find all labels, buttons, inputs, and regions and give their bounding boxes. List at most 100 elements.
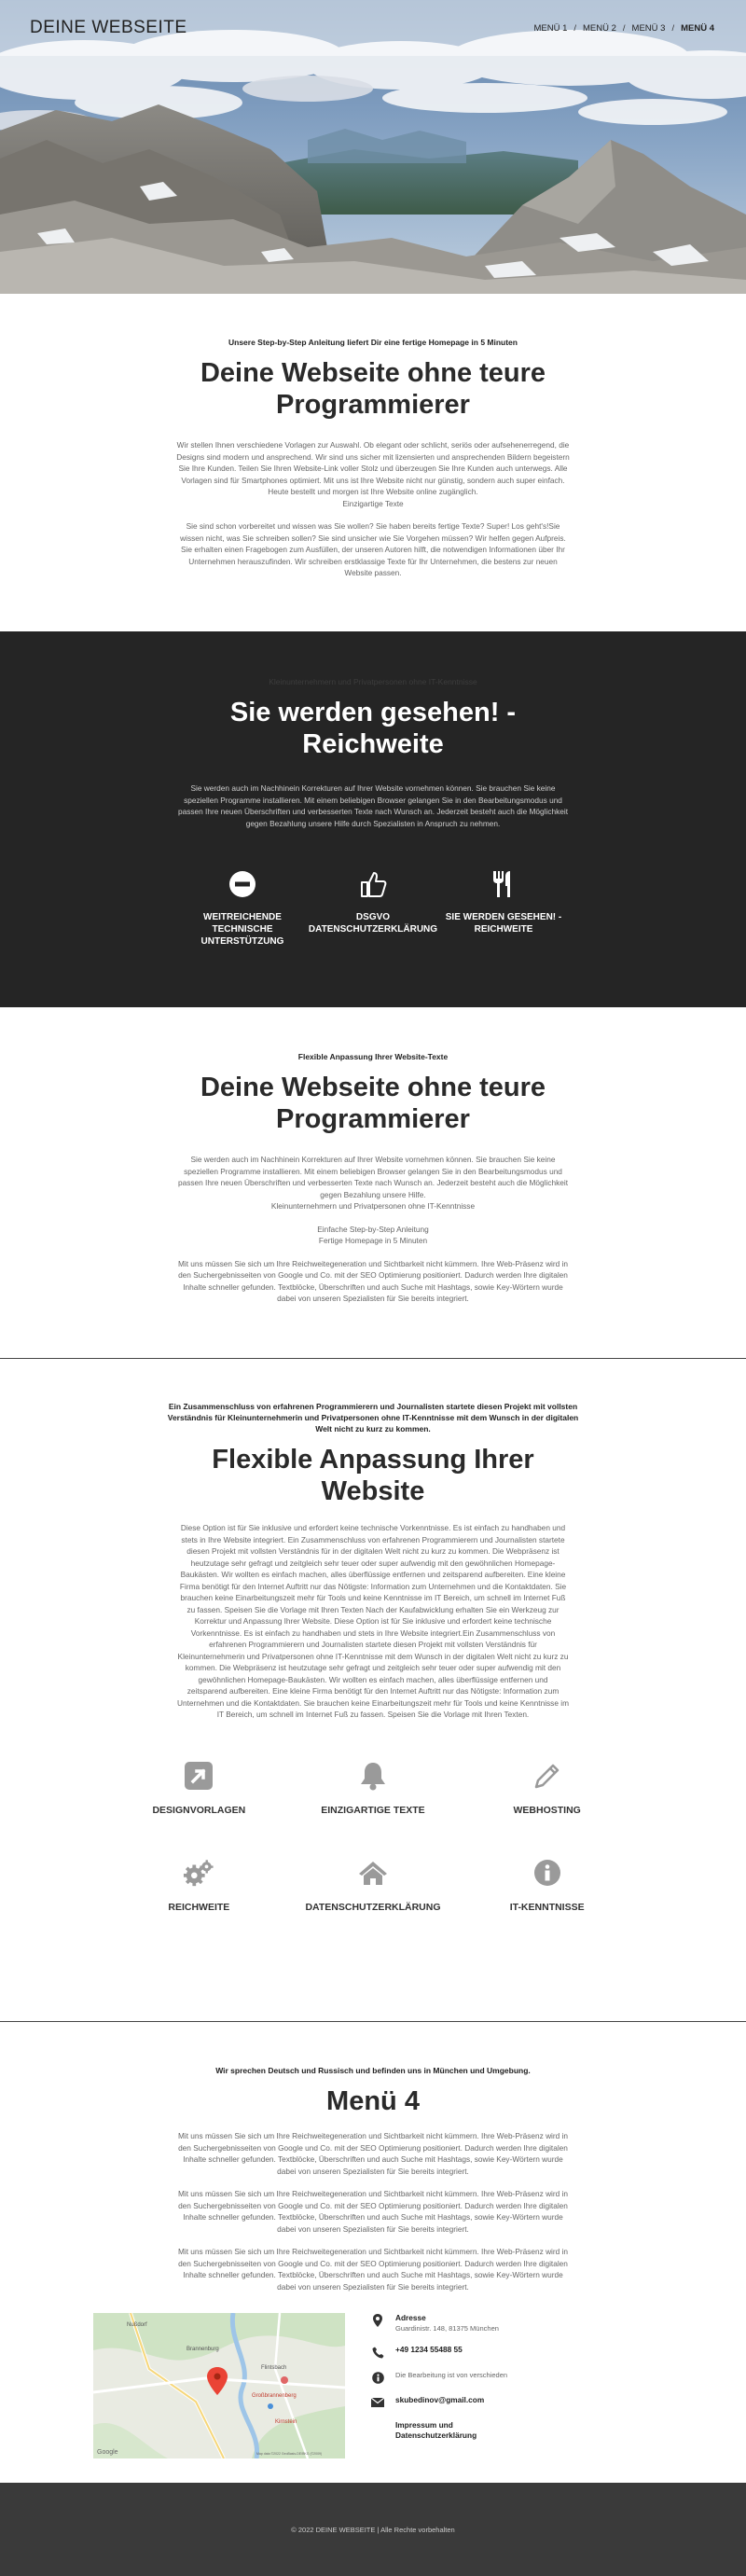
menu-separator: / bbox=[622, 22, 626, 34]
feature-item: DATENSCHUTZERKLÄRUNG bbox=[286, 1857, 461, 1913]
feature-item: WEBHOSTING bbox=[460, 1760, 634, 1816]
text-line: Website passen. bbox=[344, 568, 402, 577]
text-line: speziellen Programme installieren. Mit e… bbox=[184, 1166, 562, 1176]
text-line: brauchen keine Einarbeitungszeit mehr fü… bbox=[180, 1593, 566, 1602]
section-paragraph: Wir stellen Ihnen verschiedene Vorlagen … bbox=[163, 439, 583, 509]
legal-link[interactable]: Impressum und Datenschutzerklärung bbox=[395, 2420, 477, 2441]
feature-label: WEITREICHENDE TECHNISCHE UNTERSTÜTZUNG bbox=[200, 912, 284, 947]
text-line: speziellen Programme installieren. Mit e… bbox=[184, 795, 562, 805]
text-line: Designs sind modern und ansprechend. Wir… bbox=[176, 451, 570, 462]
email-link[interactable]: skubedinov@gmail.com bbox=[395, 2395, 484, 2405]
title-line: Sie werden gesehen! - bbox=[229, 698, 517, 727]
text-line: heutzutage sehr gefragt und zeitgleich s… bbox=[190, 1558, 556, 1568]
hint-text: Die Bearbeitung ist von verschieden bbox=[395, 2371, 508, 2379]
text-line: Einzigartige Texte bbox=[342, 498, 404, 508]
section-title: Menü 4 bbox=[326, 2086, 420, 2116]
menu-item-1[interactable]: MENÜ 1 bbox=[532, 23, 569, 34]
bell-icon bbox=[357, 1760, 389, 1792]
text-line: Sie werden auch im Nachhinein Korrekture… bbox=[190, 783, 556, 793]
text-line: Kleinunternehmern und Privatpersonen ohn… bbox=[270, 1201, 476, 1211]
feature-label: REICHWEITE bbox=[168, 1901, 230, 1913]
text-line: dabei von unseren Spezialisten für Sie b… bbox=[277, 1294, 469, 1303]
text-line: passen Ihre neuen Überschriften und verb… bbox=[177, 807, 568, 816]
section-eyebrow: Flexible Anpassung Ihrer Website-Texte bbox=[297, 1052, 449, 1061]
section-title: Sie werden gesehen! - Reichweite bbox=[0, 697, 746, 760]
address-text: Guardinistr. 148, 81375 München bbox=[395, 2324, 499, 2333]
text-line: passen Ihre neuen Überschriften und verb… bbox=[177, 1178, 568, 1187]
envelope-icon bbox=[371, 2396, 384, 2409]
text-line: Vorlagen sind für Smartphones optimiert.… bbox=[181, 475, 565, 485]
text-line: stets in Ihre Website integriert. Ein Zu… bbox=[181, 1534, 565, 1544]
map-marker-icon bbox=[371, 2314, 384, 2327]
text-line: Unternehmen herauszufinden. Wir schreibe… bbox=[188, 556, 558, 566]
site-brand[interactable]: DEINE WEBSEITE bbox=[30, 18, 187, 38]
info-circle-icon bbox=[371, 2371, 384, 2384]
text-line: zu fassen. Speisen Sie die Vorlage mit I… bbox=[186, 1604, 560, 1614]
text-line: kommen. Die Webpräsenz ist heutzutage se… bbox=[185, 1663, 561, 1672]
feature-label: DATENSCHUTZERKLÄRUNG bbox=[305, 1901, 441, 1913]
section-paragraph: Sie werden auch im Nachhinein Korrekture… bbox=[163, 782, 583, 829]
section-eyebrow: Wir sprechen Deutsch und Russisch und be… bbox=[215, 2066, 531, 2075]
text-line: Wir stellen Ihnen verschiedene Vorlagen … bbox=[176, 440, 570, 450]
site-footer: © 2022 DEINE WEBSEITE | Alle Rechte vorb… bbox=[0, 2483, 746, 2576]
section-eyebrow: Kleinunternehmern und Privatpersonen ohn… bbox=[269, 677, 477, 686]
text-line: Sie werden auch im Nachhinein Korrekture… bbox=[190, 1155, 556, 1164]
section-paragraph: Mit uns müssen Sie sich um Ihre Reichwei… bbox=[177, 2131, 569, 2176]
section-title: Deine Webseite ohne teure Programmierer bbox=[0, 1072, 746, 1135]
section-eyebrow: Ein Zusammenschluss von erfahrenen Progr… bbox=[167, 1402, 579, 1433]
title-line: Website bbox=[321, 1476, 425, 1506]
contact-row: Nußdorf Brannenburg Flintsbach Großbrann… bbox=[93, 2313, 653, 2458]
section-paragraph: Einfache Step-by-Step Anleitung Fertige … bbox=[163, 1224, 583, 1247]
feature-label: WEBHOSTING bbox=[513, 1804, 581, 1816]
contact-info: Adresse Guardinistr. 148, 81375 München … bbox=[371, 2313, 530, 2458]
text-line: Sie Ihre Kunden. Teilen Sie Ihren Websit… bbox=[178, 464, 568, 473]
map-place-label: Brannenburg bbox=[186, 2347, 219, 2352]
section-title: Flexible Anpassung Ihrer Website bbox=[0, 1444, 746, 1507]
menu-item-4-active[interactable]: MENÜ 4 bbox=[679, 23, 716, 34]
text-line: Mit uns müssen Sie sich um Ihre Reichwei… bbox=[177, 1258, 569, 1268]
text-line: den Suchergebnisseiten von Google und Co… bbox=[178, 1270, 568, 1280]
hero-header: DEINE WEBSEITE MENÜ 1 / MENÜ 2 / MENÜ 3 … bbox=[0, 0, 746, 294]
text-line: zeitsparend aufbereiten. Eine kleine Fir… bbox=[186, 1686, 560, 1696]
section-paragraph: Sie sind schon vorbereitet und wissen wa… bbox=[163, 520, 583, 579]
text-line: Korrektur und Anpassung Ihrer Website. D… bbox=[194, 1616, 552, 1626]
section-paragraph: Mit uns müssen Sie sich um Ihre Reichwei… bbox=[177, 2189, 569, 2234]
text-line: Unternehmen und die Kontaktdaten. Sie br… bbox=[176, 1697, 570, 1708]
text-line: Sie sind schon vorbereitet und wissen wa… bbox=[186, 521, 560, 531]
title-line: Deine Webseite ohne teure bbox=[200, 1073, 546, 1102]
feature-item: SIE WERDEN GESEHEN! - REICHWEITE bbox=[438, 868, 569, 948]
text-line: Diese Option ist für Sie inklusive und e… bbox=[180, 1523, 566, 1532]
section-paragraph: Mit uns müssen Sie sich um Ihre Reichwei… bbox=[163, 1258, 583, 1305]
pencil-icon bbox=[532, 1760, 563, 1792]
text-line: Heute bestellt und morgen ist Ihre Websi… bbox=[268, 487, 478, 496]
map-place-label: Kirnstein bbox=[275, 2419, 297, 2425]
gears-icon bbox=[183, 1857, 214, 1889]
feature-item: DSGVO DATENSCHUTZERKLÄRUNG bbox=[308, 868, 438, 948]
feature-item: REICHWEITE bbox=[112, 1857, 286, 1913]
text-line: gewöhnlichen Homepage-Baukästen. Wir wol… bbox=[198, 1674, 548, 1684]
home-icon bbox=[357, 1857, 389, 1889]
section-paragraph: Diese Option ist für Sie inklusive und e… bbox=[168, 1522, 578, 1721]
menu-item-2[interactable]: MENÜ 2 bbox=[581, 23, 618, 34]
text-line: Vorkenntnisse. Es ist einfach zu handhab… bbox=[190, 1627, 556, 1638]
menu-separator: / bbox=[671, 22, 675, 34]
title-line: Flexible Anpassung Ihrer bbox=[212, 1445, 534, 1475]
text-line: IT Bereich, um schnell im Internet Fuß z… bbox=[216, 1710, 530, 1719]
text-line: Kleinunternehmerin und Privatpersonen oh… bbox=[177, 1651, 569, 1661]
flexible-texts-section: Flexible Anpassung Ihrer Website-Texte D… bbox=[0, 1007, 746, 1359]
external-link-icon bbox=[183, 1760, 214, 1792]
reach-section: Kleinunternehmern und Privatpersonen ohn… bbox=[0, 631, 746, 1007]
feature-row: WEITREICHENDE TECHNISCHE UNTERSTÜTZUNG D… bbox=[0, 868, 746, 948]
cutlery-icon bbox=[488, 868, 519, 900]
map-attribution: Map data ©2022 GeoBasis-DE/BKG (©2009) bbox=[256, 2452, 322, 2456]
feature-label: SIE WERDEN GESEHEN! - REICHWEITE bbox=[445, 912, 562, 935]
location-map[interactable]: Nußdorf Brannenburg Flintsbach Großbrann… bbox=[93, 2313, 345, 2458]
feature-item: WEITREICHENDE TECHNISCHE UNTERSTÜTZUNG bbox=[177, 868, 308, 948]
menu-item-3[interactable]: MENÜ 3 bbox=[630, 23, 668, 34]
text-line: wissen nicht, was Sie schreiben sollen? … bbox=[180, 533, 566, 543]
feature-label: EINZIGARTIGE TEXTE bbox=[321, 1804, 425, 1816]
feature-grid: DESIGNVORLAGEN EINZIGARTIGE TEXTE WEBHOS… bbox=[112, 1760, 634, 1913]
phone-number[interactable]: +49 1234 55488 55 bbox=[395, 2345, 463, 2355]
contact-phone: +49 1234 55488 55 bbox=[371, 2345, 530, 2359]
section-eyebrow: Unsere Step-by-Step Anleitung liefert Di… bbox=[228, 338, 518, 347]
